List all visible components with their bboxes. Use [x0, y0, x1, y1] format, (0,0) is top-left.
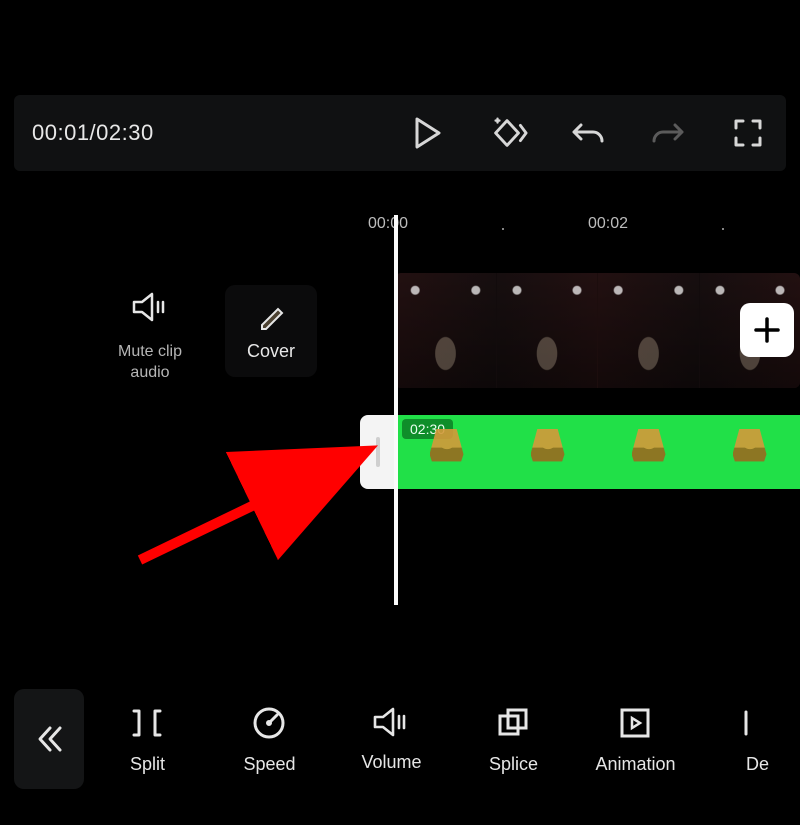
ruler-tick: 00:02	[588, 215, 628, 233]
playback-toolbar: 00:01/02:30	[14, 95, 786, 171]
cover-button[interactable]: Cover	[225, 285, 317, 377]
tool-list: Split Speed Volume Splice Animation De	[110, 704, 786, 775]
mute-clip-audio-button[interactable]: Mute clipaudio	[95, 290, 205, 384]
video-editor-screen: 00:01/02:30	[0, 0, 800, 825]
split-icon	[128, 704, 166, 742]
fullscreen-button[interactable]	[728, 113, 768, 153]
chevron-left-double-icon	[32, 722, 66, 756]
animation-icon	[616, 704, 654, 742]
overlay-thumbnail	[396, 415, 497, 489]
tool-label: Speed	[243, 754, 295, 775]
time-display: 00:01/02:30	[32, 120, 154, 146]
toolbar-actions	[408, 113, 768, 153]
ruler-dot: ·	[500, 218, 506, 239]
back-button[interactable]	[14, 689, 84, 789]
splice-icon	[494, 704, 532, 742]
clip-thumbnail	[597, 273, 699, 388]
tool-volume[interactable]: Volume	[354, 704, 428, 775]
tool-partial-icon	[738, 704, 776, 742]
tool-label: Animation	[595, 754, 675, 775]
overlay-thumbnail	[497, 415, 598, 489]
clip-thumbnail	[496, 273, 598, 388]
overlay-clip[interactable]: 02:30	[360, 415, 800, 489]
bottom-margin	[0, 810, 800, 825]
tool-label: De	[746, 754, 769, 775]
undo-button[interactable]	[568, 113, 608, 153]
cover-label: Cover	[247, 341, 295, 362]
tool-label: Volume	[361, 752, 421, 773]
tool-animation[interactable]: Animation	[598, 704, 672, 775]
add-clip-button[interactable]	[740, 303, 794, 357]
overlay-thumbnail	[598, 415, 699, 489]
tool-label: Split	[130, 754, 165, 775]
tool-split[interactable]: Split	[110, 704, 184, 775]
edit-tools-bar: Split Speed Volume Splice Animation De	[14, 680, 786, 798]
mute-label: Mute clipaudio	[95, 341, 205, 384]
ruler-tick: 00:00	[368, 215, 408, 233]
redo-button[interactable]	[648, 113, 688, 153]
timeline-ruler[interactable]: 00:00 · 00:02 ·	[0, 215, 800, 247]
overlay-clip-body[interactable]: 02:30	[396, 415, 800, 489]
tool-delete-partial[interactable]: De	[720, 704, 786, 775]
add-keyframe-button[interactable]	[488, 113, 528, 153]
tool-splice[interactable]: Splice	[476, 704, 550, 775]
plus-icon	[752, 315, 782, 345]
play-button[interactable]	[408, 113, 448, 153]
handle-grip-icon	[376, 437, 380, 467]
speaker-icon	[95, 290, 205, 331]
clip-thumbnail	[395, 273, 496, 388]
overlay-thumbnail	[699, 415, 800, 489]
timeline-area: Mute clipaudio Cover 02:30	[0, 250, 800, 530]
tool-label: Splice	[489, 754, 538, 775]
speed-icon	[250, 704, 288, 742]
tool-speed[interactable]: Speed	[232, 704, 306, 775]
top-margin	[0, 0, 800, 95]
ruler-dot: ·	[720, 218, 726, 239]
clip-trim-handle-left[interactable]	[360, 415, 396, 489]
playhead[interactable]	[394, 215, 398, 605]
volume-icon	[371, 704, 411, 740]
pencil-icon	[256, 301, 286, 331]
